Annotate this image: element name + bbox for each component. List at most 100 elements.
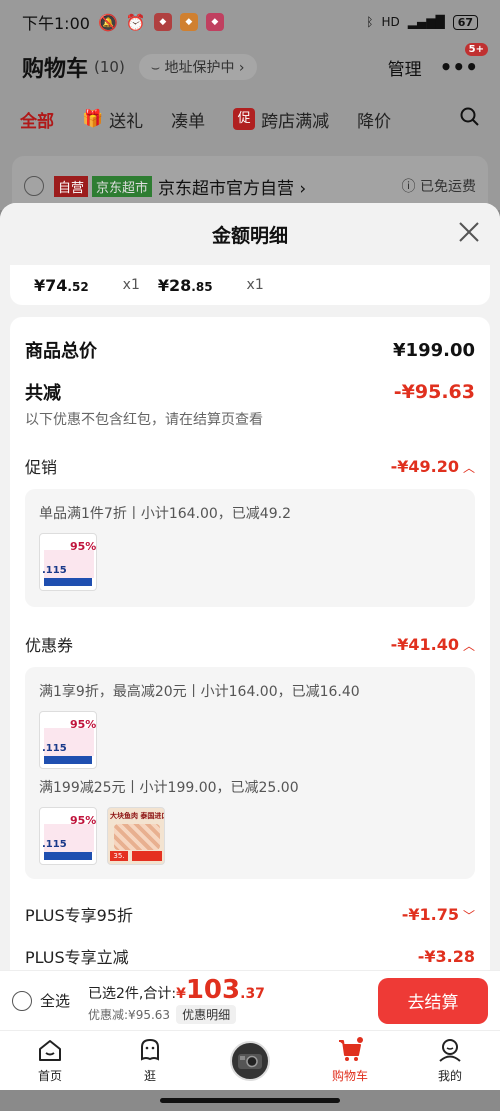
close-icon[interactable] (458, 221, 480, 243)
item-price-int: ¥74 (34, 275, 68, 295)
app-notification-icon: ◆ (179, 13, 198, 31)
thumb-text: 95% (70, 814, 97, 827)
total-value: ¥199.00 (393, 339, 475, 361)
promo-row[interactable]: 促销 -¥49.20 ︿ (25, 443, 475, 489)
plus-reduce-label: PLUS专享立减 (25, 948, 129, 967)
discount-detail-button[interactable]: 优惠明细 (176, 1005, 237, 1024)
tab-cross-store[interactable]: 促跨店满减 (233, 107, 329, 132)
background-page: 下午1:00 🔕 ⏰ ◆ ◆ ◆ ᛒ HD ▂▄▆█ 67 购物车 (10) ⌣… (0, 0, 500, 216)
jd-supermarket-tag: 京东超市 (92, 175, 153, 197)
shop-name[interactable]: 京东超市官方自营 › (158, 174, 306, 199)
nav-home[interactable]: 首页 (20, 1037, 80, 1084)
status-left-icons: 🔕 ⏰ ◆ ◆ ◆ (98, 13, 224, 32)
item-price: ¥28.85 (158, 276, 213, 295)
nav-cart[interactable]: 购物车 (320, 1037, 380, 1084)
battery-icon: 67 (452, 14, 478, 30)
nav-label: 我的 (437, 1069, 462, 1083)
status-time: 下午1:00 (22, 14, 90, 33)
cart-count: (10) (94, 58, 125, 76)
product-image (132, 851, 162, 861)
home-indicator[interactable] (160, 1098, 340, 1103)
coupon-value-wrap: -¥41.40 ︿ (391, 635, 475, 654)
chevron-up-icon: ︿ (462, 638, 475, 653)
promo-box: 单品满1件7折丨小计164.00，已减49.2 95% .115 (25, 489, 475, 607)
promo-label: 促销 (25, 458, 58, 477)
product-thumbnail[interactable]: 95% .115 (39, 711, 97, 769)
thumb-text: .115 (42, 743, 67, 754)
product-image (44, 578, 92, 586)
plus-discount-row[interactable]: PLUS专享95折 -¥1.75 ﹀ (25, 893, 475, 935)
select-all-checkbox[interactable] (12, 990, 32, 1011)
search-icon[interactable] (460, 107, 480, 132)
select-all-label[interactable]: 全选 (40, 990, 70, 1011)
reduce-label: 共减 (25, 383, 61, 404)
sheet-title: 金额明细 (211, 224, 288, 247)
camera-icon (230, 1040, 270, 1081)
promo-line: 单品满1件7折丨小计164.00，已减49.2 (39, 506, 291, 522)
checkout-button[interactable]: 去结算 (378, 977, 488, 1024)
coupon-thumbs: 95% .115 (39, 711, 461, 769)
alarm-icon: ⏰ (125, 12, 146, 32)
product-thumbnail[interactable]: 95% .115 (39, 533, 97, 591)
status-right-icons: ᛒ HD ▂▄▆█ 67 (366, 14, 478, 30)
discount-label: 优惠减:¥95.63 (88, 1008, 171, 1022)
bottom-nav: 首页 逛 购物车 我的 (0, 1030, 500, 1090)
address-protect-pill[interactable]: ⌣ 地址保护中 › (138, 54, 257, 80)
plus-reduce-value: -¥3.28 (417, 946, 475, 966)
gift-icon: 🎁 (82, 109, 104, 129)
total-label: 商品总价 (25, 341, 97, 362)
thumb-text: 大块鱼肉 泰国进口 (110, 812, 165, 820)
shop-name-label: 京东超市官方自营 (158, 178, 295, 199)
sum-line: 已选2件,合计: ¥ 103 .37 (88, 977, 265, 1003)
tab-label: 送礼 (109, 111, 144, 132)
product-thumbnail[interactable]: 大块鱼肉 泰国进口 35. (107, 807, 165, 865)
app-notification-icon: ◆ (205, 13, 224, 31)
coupon-label: 优惠券 (25, 636, 74, 655)
address-pill-label: 地址保护中 (164, 60, 235, 76)
tab-price-drop[interactable]: 降价 (357, 107, 391, 132)
reduce-value: -¥95.63 (393, 381, 475, 403)
total-row: 商品总价 ¥199.00 (25, 317, 475, 373)
home-icon (39, 1040, 61, 1061)
thumb-text: .115 (42, 839, 67, 850)
tab-label: 凑单 (171, 111, 206, 132)
free-shipping: ⓘ 已免运费 (401, 179, 476, 195)
item-price-int: ¥28 (157, 275, 192, 295)
coupon-row[interactable]: 优惠券 -¥41.40 ︿ (25, 621, 475, 667)
free-shipping-label: 已免运费 (420, 179, 476, 195)
shop-select-checkbox[interactable] (24, 176, 44, 196)
tab-all[interactable]: 全部 (20, 107, 54, 132)
product-thumbnail[interactable]: 95% .115 (39, 807, 97, 865)
amount-details-sheet: 金额明细 ¥74.52 x1 ¥28.85 x1 商品总价 ¥199.00 共减… (0, 203, 500, 970)
items-card: ¥74.52 x1 ¥28.85 x1 (10, 265, 490, 305)
selected-label: 已选2件,合计: (88, 986, 177, 1002)
plus-discount-label: PLUS专享95折 (25, 906, 133, 925)
promo-value: -¥49.20 (390, 456, 459, 476)
nav-mine[interactable]: 我的 (420, 1037, 480, 1084)
coupon-value: -¥41.40 (390, 634, 459, 654)
hd-icon: HD (381, 15, 400, 29)
sum-sub: 优惠减:¥95.63 优惠明细 (88, 1005, 265, 1024)
coupon-line: 满199减25元丨小计199.00，已减25.00 (39, 780, 299, 796)
item-price: ¥74.52 (34, 276, 89, 295)
detail-card: 商品总价 ¥199.00 共减 -¥95.63 以下优惠不包含红包，请在结算页查… (10, 317, 490, 970)
plus-reduce-row: PLUS专享立减 -¥3.28 (25, 935, 475, 970)
more-button[interactable]: ••• 5+ (440, 43, 488, 79)
browse-icon (141, 1038, 159, 1061)
plus-discount-wrap: -¥1.75 ﹀ (402, 905, 475, 924)
nav-label: 首页 (37, 1069, 62, 1083)
app-notification-icon: ◆ (153, 13, 172, 31)
tab-add-on[interactable]: 凑单 (171, 107, 205, 132)
manage-button[interactable]: 管理 (388, 55, 422, 80)
nav-browse[interactable]: 逛 (120, 1037, 180, 1084)
bluetooth-icon: ᛒ (366, 15, 374, 29)
nav-promo-camera[interactable] (220, 1040, 280, 1081)
tab-label: 全部 (20, 111, 54, 132)
signal-icon: ▂▄▆█ (407, 15, 445, 29)
sum-amount-int: 103 (185, 975, 241, 1005)
coupon-thumbs: 95% .115 大块鱼肉 泰国进口 35. (39, 807, 461, 865)
checkout-bar: 全选 已选2件,合计: ¥ 103 .37 优惠减:¥95.63 优惠明细 去结… (0, 970, 500, 1030)
tab-gift[interactable]: 🎁 送礼 (82, 107, 143, 132)
sum-block: 已选2件,合计: ¥ 103 .37 优惠减:¥95.63 优惠明细 (88, 977, 265, 1024)
item-qty: x1 (122, 277, 140, 293)
